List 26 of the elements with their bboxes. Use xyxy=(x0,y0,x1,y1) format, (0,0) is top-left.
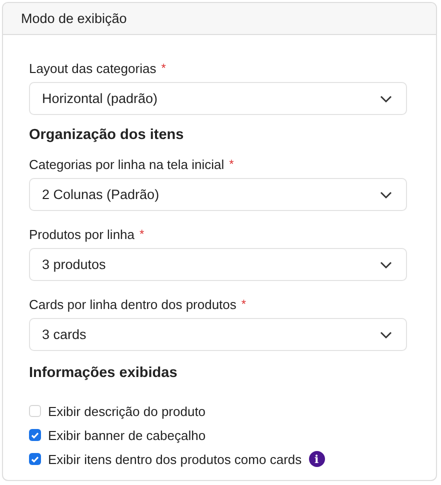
checkbox-label: Exibir itens dentro dos produtos como cards xyxy=(48,452,302,466)
checkbox[interactable] xyxy=(29,453,41,465)
panel-title: Modo de exibição xyxy=(21,11,127,26)
chevron-down-icon xyxy=(380,330,392,338)
section-heading: Informações exibidas xyxy=(29,365,178,383)
required-mark: * xyxy=(140,227,144,241)
field-label: Layout das categorias xyxy=(29,60,156,76)
dropdown-select[interactable]: 3 produtos xyxy=(29,248,407,281)
chevron-down-icon xyxy=(380,94,392,102)
required-mark: * xyxy=(229,157,234,171)
section-heading: Organização dos itens xyxy=(29,127,185,145)
required-mark: * xyxy=(241,297,246,311)
checkbox-label: Exibir banner de cabeçalho xyxy=(48,428,206,442)
required-mark: * xyxy=(161,61,166,75)
checkbox[interactable] xyxy=(29,429,41,441)
dropdown-select[interactable]: 3 cards xyxy=(29,318,407,351)
chevron-down-icon xyxy=(380,190,392,198)
field-label: Produtos por linha xyxy=(29,226,135,242)
checkbox-label: Exibir descrição do produto xyxy=(48,404,206,418)
checkbox[interactable] xyxy=(29,405,41,417)
field-label: Cards por linha dentro dos produtos xyxy=(29,296,236,312)
dropdown-select[interactable]: Horizontal (padrão) xyxy=(29,82,407,115)
field-label: Categorias por linha na tela inicial xyxy=(29,156,224,172)
dropdown-select[interactable]: 2 Colunas (Padrão) xyxy=(29,178,407,211)
info-icon[interactable]: i xyxy=(308,451,325,467)
chevron-down-icon xyxy=(380,260,392,268)
